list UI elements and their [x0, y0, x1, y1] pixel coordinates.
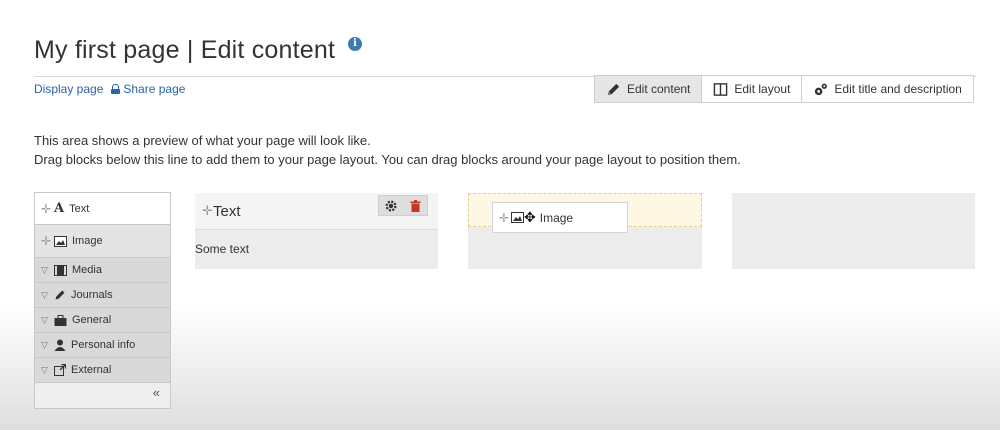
trash-icon [410, 199, 420, 212]
block-actions [378, 195, 428, 216]
palette-category-media[interactable]: ▽ Media [35, 258, 170, 283]
page-links: Display page Share page [34, 82, 185, 96]
palette-item-label: External [71, 364, 112, 376]
text-block-content: Some text [195, 242, 250, 256]
block-palette: ✛ A Text ✛ Image ▽ Media ▽ Journals ▽ Ge… [34, 192, 171, 409]
move-cursor-icon: ✥ [524, 209, 536, 225]
image-icon [511, 212, 524, 223]
tab-edit-layout[interactable]: Edit layout [702, 76, 803, 102]
display-page-link[interactable]: Display page [34, 82, 103, 96]
palette-item-label: Text [69, 202, 90, 215]
palette-item-label: Media [72, 264, 102, 276]
film-icon [54, 264, 67, 276]
pencil-icon [55, 290, 65, 300]
chevron-down-icon: ▽ [41, 314, 48, 325]
palette-category-personal-info[interactable]: ▽ Personal info [35, 333, 170, 358]
dragging-block-title: Image [539, 210, 574, 225]
collapse-palette-button[interactable]: « [153, 385, 160, 400]
text-icon: A [54, 201, 65, 216]
palette-item-image[interactable]: ✛ Image [35, 225, 170, 258]
lock-icon [111, 84, 121, 94]
drag-handle-icon: ✛ [41, 234, 52, 248]
layout-column-2: ✛ ✥ Image [468, 193, 702, 269]
configure-block-button[interactable] [379, 196, 403, 215]
palette-category-journals[interactable]: ▽ Journals [35, 283, 170, 308]
external-link-icon [54, 364, 66, 376]
layout-column-3 [732, 193, 975, 269]
gears-icon [815, 83, 828, 95]
tab-edit-content[interactable]: Edit content [595, 76, 703, 102]
page-title: My first page | Edit content i [34, 36, 363, 65]
display-page-label: Display page [34, 82, 104, 96]
drag-handle-icon: ✛ [202, 203, 213, 218]
intro-line-1: This area shows a preview of what your p… [34, 133, 371, 148]
text-block-title: Text [213, 202, 241, 220]
drag-handle-icon: ✛ [499, 210, 510, 225]
chevron-down-icon: ▽ [41, 339, 48, 350]
image-icon [54, 235, 67, 247]
palette-item-label: Journals [71, 289, 113, 301]
chevron-down-icon: ▽ [41, 289, 48, 300]
palette-item-text[interactable]: ✛ A Text [35, 193, 170, 225]
delete-block-button[interactable] [403, 196, 427, 215]
share-page-link[interactable]: Share page [111, 82, 185, 96]
briefcase-icon [54, 314, 67, 326]
share-page-label: Share page [123, 82, 186, 96]
layout-column-1: ✛ Text Some text [195, 193, 438, 269]
palette-item-label: General [72, 314, 112, 326]
user-icon [54, 339, 66, 351]
pencil-icon [607, 83, 620, 95]
drag-handle-icon: ✛ [41, 201, 52, 216]
dragging-image-block[interactable]: ✛ ✥ Image [492, 202, 628, 233]
chevron-down-icon: ▽ [41, 264, 48, 275]
tab-edit-title-description-label: Edit title and description [834, 82, 962, 96]
palette-category-external[interactable]: ▽ External [35, 358, 170, 383]
intro-line-2: Drag blocks below this line to add them … [34, 152, 741, 167]
edit-tabs: Edit content Edit layout Edit title and … [594, 75, 974, 103]
tab-edit-layout-label: Edit layout [734, 82, 791, 96]
tab-edit-content-label: Edit content [627, 82, 691, 96]
gear-icon [385, 199, 397, 212]
palette-item-label: Image [72, 235, 103, 247]
columns-icon [714, 82, 728, 96]
palette-item-label: Personal info [71, 339, 136, 351]
tab-edit-title-description[interactable]: Edit title and description [802, 76, 972, 102]
chevron-down-icon: ▽ [41, 364, 48, 375]
intro-text: This area shows a preview of what your p… [34, 131, 741, 169]
page-title-text: My first page | Edit content [34, 36, 336, 64]
info-icon[interactable]: i [348, 36, 363, 51]
text-block-header[interactable]: ✛ Text [195, 193, 438, 230]
palette-category-general[interactable]: ▽ General [35, 308, 170, 333]
